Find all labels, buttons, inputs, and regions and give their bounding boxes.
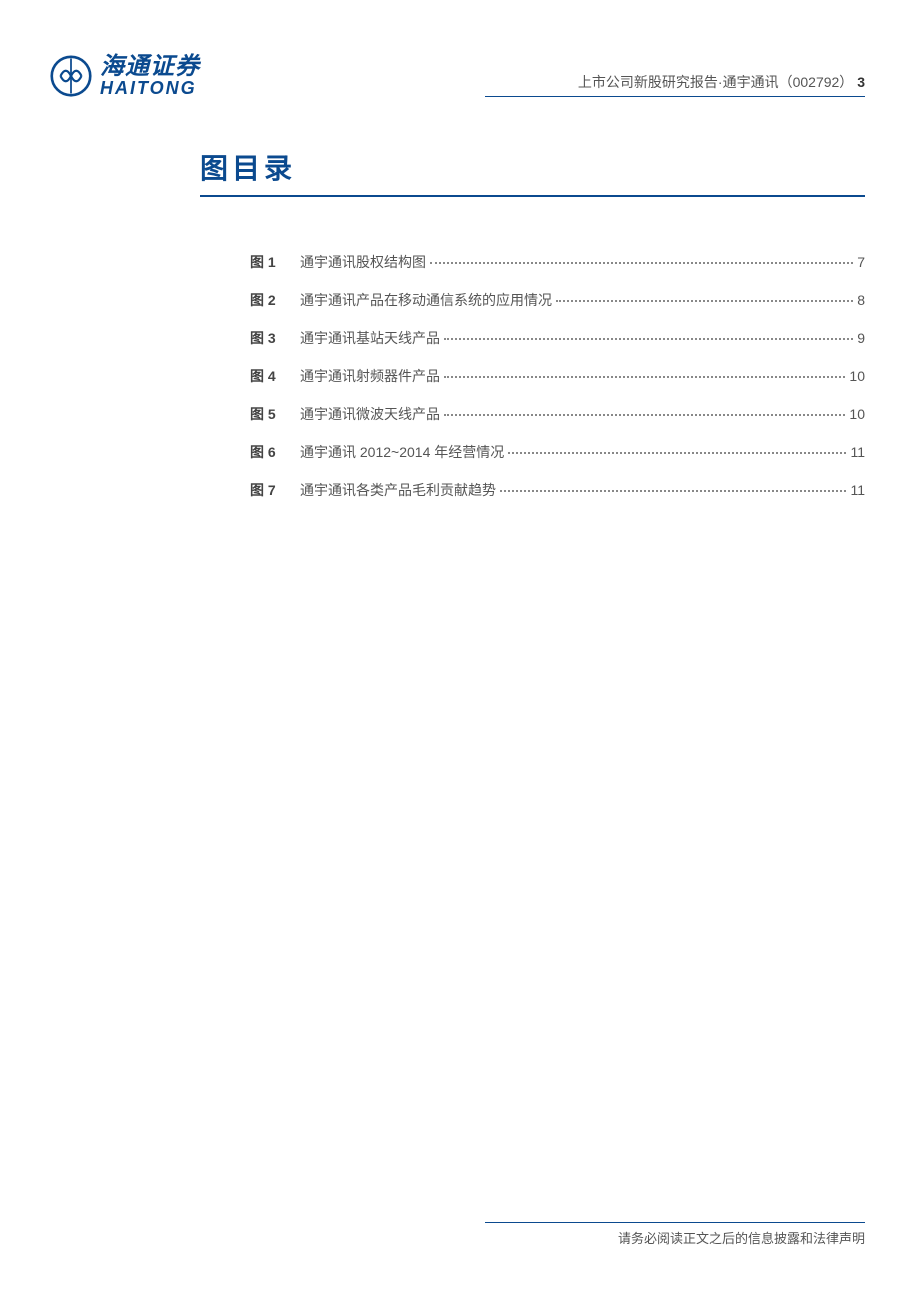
- header-page-number: 3: [857, 74, 865, 90]
- toc-item: 图 2 通宇通讯产品在移动通信系统的应用情况 8: [250, 290, 865, 310]
- toc-page: 8: [857, 292, 865, 308]
- toc-label: 图 4: [250, 366, 300, 386]
- toc-dots: [444, 376, 845, 378]
- toc-label: 图 5: [250, 404, 300, 424]
- logo-name-en: HAITONG: [100, 79, 200, 97]
- header-right-text: 上市公司新股研究报告·通宇通讯（002792）: [578, 74, 853, 90]
- toc-dots: [444, 338, 853, 340]
- toc-desc: 通宇通讯射频器件产品: [300, 366, 440, 386]
- toc-dots: [556, 300, 853, 302]
- toc-label: 图 3: [250, 328, 300, 348]
- toc-dots: [508, 452, 846, 454]
- toc-desc: 通宇通讯产品在移动通信系统的应用情况: [300, 290, 552, 310]
- toc-item: 图 3 通宇通讯基站天线产品 9: [250, 328, 865, 348]
- toc-label: 图 2: [250, 290, 300, 310]
- toc-list: 图 1 通宇通讯股权结构图 7 图 2 通宇通讯产品在移动通信系统的应用情况 8…: [200, 252, 865, 500]
- toc-desc: 通宇通讯微波天线产品: [300, 404, 440, 424]
- toc-page: 10: [849, 406, 865, 422]
- toc-page: 11: [850, 444, 865, 460]
- toc-page: 11: [850, 482, 865, 498]
- toc-item: 图 4 通宇通讯射频器件产品 10: [250, 366, 865, 386]
- haitong-logo-icon: [50, 55, 92, 97]
- toc-dots: [430, 262, 853, 264]
- toc-page: 7: [857, 254, 865, 270]
- logo: 海通证券 HAITONG: [50, 55, 200, 97]
- toc-page: 9: [857, 330, 865, 346]
- header-breadcrumb: 上市公司新股研究报告·通宇通讯（002792） 3: [485, 72, 865, 97]
- toc-desc: 通宇通讯各类产品毛利贡献趋势: [300, 480, 496, 500]
- toc-dots: [500, 490, 846, 492]
- toc-item: 图 5 通宇通讯微波天线产品 10: [250, 404, 865, 424]
- footer-disclaimer: 请务必阅读正文之后的信息披露和法律声明: [485, 1222, 865, 1247]
- toc-item: 图 7 通宇通讯各类产品毛利贡献趋势 11: [250, 480, 865, 500]
- logo-text: 海通证券 HAITONG: [100, 55, 200, 97]
- toc-item: 图 1 通宇通讯股权结构图 7: [250, 252, 865, 272]
- toc-dots: [444, 414, 845, 416]
- toc-desc: 通宇通讯股权结构图: [300, 252, 426, 272]
- logo-name-cn: 海通证券: [100, 55, 200, 79]
- content: 图目录 图 1 通宇通讯股权结构图 7 图 2 通宇通讯产品在移动通信系统的应用…: [0, 97, 920, 500]
- toc-label: 图 1: [250, 252, 300, 272]
- toc-label: 图 7: [250, 480, 300, 500]
- toc-desc: 通宇通讯 2012~2014 年经营情况: [300, 442, 504, 462]
- toc-desc: 通宇通讯基站天线产品: [300, 328, 440, 348]
- toc-page: 10: [849, 368, 865, 384]
- header: 海通证券 HAITONG 上市公司新股研究报告·通宇通讯（002792） 3: [0, 0, 920, 97]
- page-title: 图目录: [200, 147, 865, 197]
- toc-label: 图 6: [250, 442, 300, 462]
- toc-item: 图 6 通宇通讯 2012~2014 年经营情况 11: [250, 442, 865, 462]
